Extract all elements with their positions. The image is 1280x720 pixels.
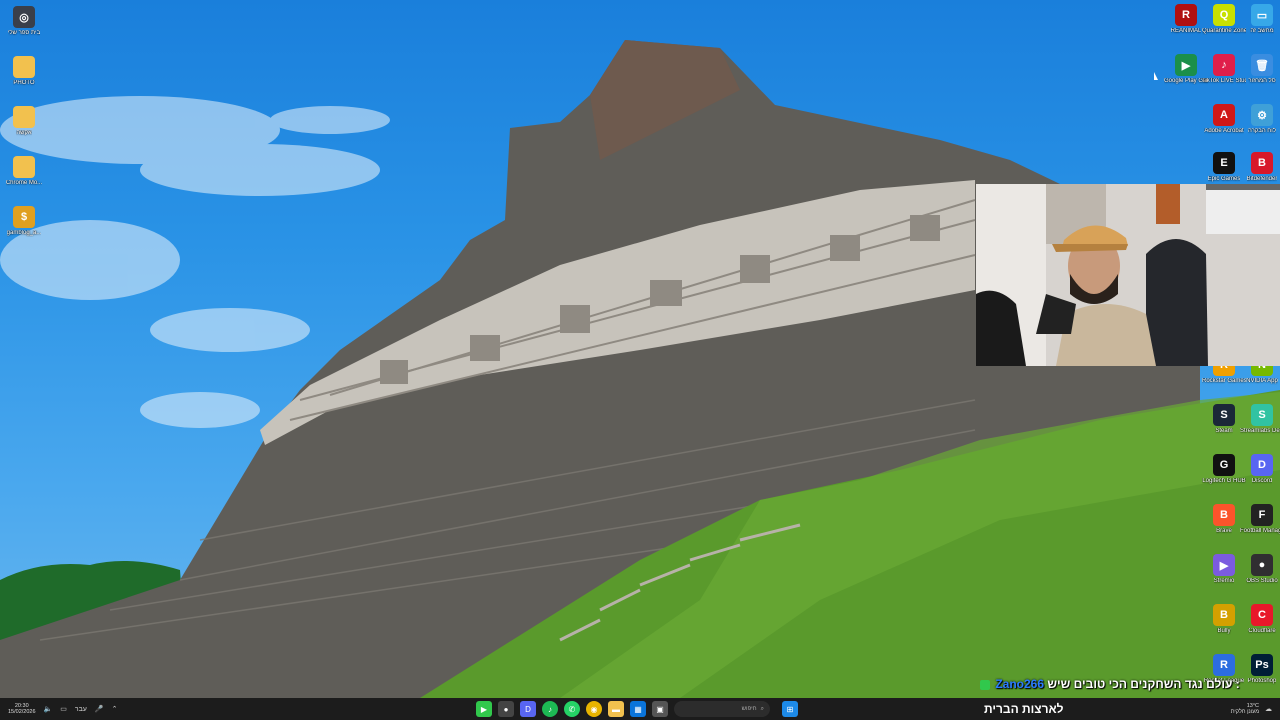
rocket-league-icon: R <box>1213 654 1235 676</box>
desktop-icon-label: Bully <box>1217 628 1231 634</box>
taskbar-discord-icon[interactable]: D <box>520 701 536 717</box>
taskbar-search[interactable]: חיפוש ⌕ <box>674 701 770 717</box>
taskbar-weather[interactable]: 13°C מעונן חלקית ☁ <box>1231 698 1272 720</box>
windows-start-icon[interactable]: ⊞ <box>782 701 798 717</box>
google-play-games-icon: ▶ <box>1175 54 1197 76</box>
desktop-icon-label: Epic Games <box>1207 176 1241 182</box>
steam-like-app-icon: ◎ <box>13 6 35 28</box>
weather-desc: מעונן חלקית <box>1230 709 1259 715</box>
desktop-shortcut[interactable]: F Football Manager <box>1240 504 1280 535</box>
mic-icon[interactable]: 🎤 <box>95 705 104 713</box>
brave-icon: B <box>1213 504 1235 526</box>
taskbar-clock[interactable]: 20:30 15/02/2026 <box>8 703 36 715</box>
taskbar-kick-icon[interactable]: ▶ <box>476 701 492 717</box>
desktop-icon-label: לוח הבקרה <box>1248 128 1276 134</box>
desktop-icon-label: PHOTO <box>13 80 35 86</box>
desktop-icon-label: Bitdefender <box>1246 176 1278 182</box>
logitech-g-hub-icon: G <box>1213 454 1235 476</box>
streamlabs-desktop-icon: S <box>1251 404 1273 426</box>
webcam-feed <box>976 184 1280 366</box>
chevron-up-icon[interactable]: ⌃ <box>112 705 118 713</box>
folder-shortcut[interactable]: אקשה <box>2 106 46 137</box>
taskbar: 20:30 15/02/2026 🔈 ▭ עבר 🎤 ⌃ ▶ ● D ♪ ✆ ◉… <box>0 698 1280 720</box>
adobe-acrobat-icon: A <box>1213 104 1235 126</box>
ticker-username: Zano266 <box>995 677 1045 691</box>
taskbar-whatsapp-icon[interactable]: ✆ <box>564 701 580 717</box>
tiktok-live-studio-icon: ♪ <box>1213 54 1235 76</box>
clock-date: 15/02/2026 <box>8 709 36 715</box>
desktop-icon-label: סל המחזור <box>1248 78 1276 84</box>
desktop-shortcut[interactable]: ▭ מחשב זה <box>1240 4 1280 35</box>
obs-studio-icon: ● <box>1251 554 1273 576</box>
desktop-icon-label: מחשב זה <box>1250 28 1274 34</box>
desktop-icon-label: Adobe Acrobat <box>1204 128 1244 134</box>
chat-ticker: Zano266 עולם נגד השחקנים הכי טובים שיש : <box>980 677 1280 693</box>
desktop-shortcut[interactable]: B Bitdefender <box>1240 152 1280 183</box>
weather-cloud-icon: ☁ <box>1265 706 1272 713</box>
-icon: ▭ <box>1251 4 1273 26</box>
desktop-shortcut[interactable]: ⚙ לוח הבקרה <box>1240 104 1280 135</box>
desktop-icon-label: NVIDIA App <box>1246 378 1278 384</box>
coin-app-icon: $ <box>13 206 35 228</box>
mouse-cursor-icon <box>1154 72 1158 80</box>
volume-icon[interactable]: 🔈 <box>44 705 53 713</box>
stremio-icon: ▶ <box>1213 554 1235 576</box>
photoshop-icon: Ps <box>1251 654 1273 676</box>
stream-banner: לארצות הברית <box>984 702 1064 716</box>
taskbar-tray-left: 20:30 15/02/2026 🔈 ▭ עבר 🎤 ⌃ <box>8 698 117 720</box>
taskbar-store-icon[interactable]: ▦ <box>630 701 646 717</box>
-icon: 🗑 <box>1251 54 1273 76</box>
epic-games-icon: E <box>1213 152 1235 174</box>
desktop-shortcut[interactable]: ● OBS Studio <box>1240 554 1280 585</box>
desktop-icon-label: OBS Studio <box>1246 578 1278 584</box>
cloudflare-icon: C <box>1251 604 1273 626</box>
desktop-shortcut[interactable]: D Discord <box>1240 454 1280 485</box>
taskbar-chrome-icon[interactable]: ◉ <box>586 701 602 717</box>
reanimal-icon: R <box>1175 4 1197 26</box>
discord-icon: D <box>1251 454 1273 476</box>
desktop-icon-label: gamblog_a... <box>6 230 42 236</box>
desktop-icon-label: Chrome Mo... <box>5 180 43 186</box>
football-manager-icon: F <box>1251 504 1273 526</box>
desktop-icon-label: אקשה <box>16 130 32 136</box>
photos-folder-icon <box>13 56 35 78</box>
quarantine-zone-the-icon: Q <box>1213 4 1235 26</box>
bully-icon: B <box>1213 604 1235 626</box>
taskbar-taskview-icon[interactable]: ▣ <box>652 701 668 717</box>
desktop-icon-label: Stremio <box>1213 578 1235 584</box>
desktop-icon-label: בית ספר שלי <box>7 30 41 36</box>
desktop-icon-label: Streamlabs Desktop <box>1240 428 1280 434</box>
drive-folder-icon <box>13 156 35 178</box>
-icon: ⚙ <box>1251 104 1273 126</box>
desktop-icon-label: Steam <box>1215 428 1233 434</box>
webcam-overlay <box>976 184 1280 366</box>
desktop-icon-label: Cloudflare <box>1248 628 1276 634</box>
desktop-icon-label: Brave <box>1216 528 1232 534</box>
ticker-message: עולם נגד השחקנים הכי טובים שיש : <box>1047 677 1240 691</box>
taskbar-apps: ▶ ● D ♪ ✆ ◉ ▬ ▦ ▣ חיפוש ⌕ ⊞ <box>476 698 798 720</box>
drive-folder-shortcut[interactable]: Chrome Mo... <box>2 156 46 187</box>
taskbar-explorer-icon[interactable]: ▬ <box>608 701 624 717</box>
search-placeholder: חיפוש <box>741 706 757 712</box>
desktop-icon-label: REANIMAL <box>1170 28 1202 34</box>
network-icon[interactable]: ▭ <box>60 705 67 713</box>
desktop-icon-label: Discord <box>1251 478 1273 484</box>
kick-icon <box>980 679 990 690</box>
language-indicator[interactable]: עבר <box>75 706 87 713</box>
desktop-shortcut[interactable]: 🗑 סל המחזור <box>1240 54 1280 85</box>
steam-icon: S <box>1213 404 1235 426</box>
photos-folder-shortcut[interactable]: PHOTO <box>2 56 46 87</box>
steam-like-app-shortcut[interactable]: ◎ בית ספר שלי <box>2 6 46 37</box>
folder-icon <box>13 106 35 128</box>
desktop-icon-label: Football Manager <box>1240 528 1280 534</box>
bitdefender-icon: B <box>1251 152 1273 174</box>
desktop-shortcut[interactable]: S Streamlabs Desktop <box>1240 404 1280 435</box>
taskbar-obs-icon[interactable]: ● <box>498 701 514 717</box>
coin-app-shortcut[interactable]: $ gamblog_a... <box>2 206 46 237</box>
search-icon: ⌕ <box>760 705 764 712</box>
desktop-shortcut[interactable]: C Cloudflare <box>1240 604 1280 635</box>
taskbar-spotify-icon[interactable]: ♪ <box>542 701 558 717</box>
